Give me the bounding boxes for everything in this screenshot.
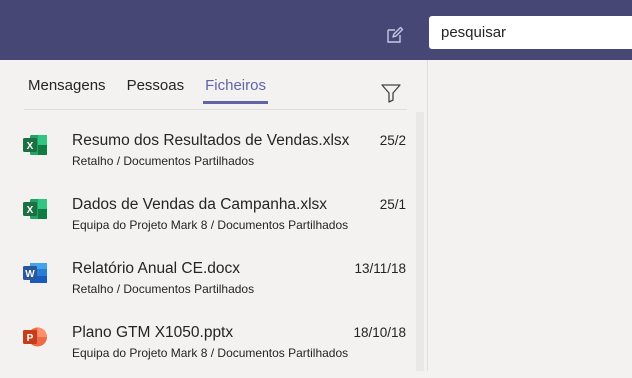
content-pane	[428, 60, 632, 371]
file-name: Relatório Anual CE.docx	[72, 260, 241, 277]
excel-file-icon: X	[22, 134, 48, 156]
file-date: 25/2	[379, 133, 406, 148]
search-box[interactable]	[429, 16, 632, 49]
file-list-item[interactable]: W Relatório Anual CE.docx Retalho / Docu…	[0, 250, 416, 314]
file-location: Equipa do Projeto Mark 8 / Documentos Pa…	[72, 218, 349, 232]
file-location: Retalho / Documentos Partilhados	[72, 282, 255, 296]
top-bar	[0, 0, 632, 60]
svg-text:X: X	[27, 205, 34, 216]
svg-text:W: W	[25, 269, 35, 280]
tab-files[interactable]: Ficheiros	[203, 77, 268, 104]
file-list: X Resumo dos Resultados de Vendas.xlsx R…	[0, 122, 416, 378]
tab-messages[interactable]: Mensagens	[28, 77, 106, 104]
file-name: Dados de Vendas da Campanha.xlsx	[72, 196, 328, 213]
file-location: Equipa do Projeto Mark 8 / Documentos Pa…	[72, 346, 349, 360]
excel-file-icon: X	[22, 198, 48, 220]
word-file-icon: W	[22, 262, 48, 284]
powerpoint-file-icon: P	[22, 326, 48, 348]
file-list-item[interactable]: P Plano GTM X1050.pptx Equipa do Projeto…	[0, 314, 416, 378]
file-location: Retalho / Documentos Partilhados	[72, 154, 255, 168]
scrollbar[interactable]	[416, 112, 424, 371]
tab-people[interactable]: Pessoas	[127, 77, 185, 104]
file-date: 25/1	[379, 197, 406, 212]
search-input[interactable]	[429, 16, 632, 49]
file-name: Plano GTM X1050.pptx	[72, 324, 234, 341]
file-date: 18/10/18	[353, 325, 406, 340]
filter-icon[interactable]	[380, 83, 402, 103]
files-pane: Mensagens Pessoas Ficheiros X Resumo dos…	[0, 60, 428, 371]
compose-icon[interactable]	[384, 24, 406, 46]
file-date: 13/11/18	[354, 261, 406, 276]
tab-divider	[24, 109, 407, 110]
file-name: Resumo dos Resultados de Vendas.xlsx	[72, 132, 350, 149]
tab-bar: Mensagens Pessoas Ficheiros	[28, 77, 287, 104]
svg-text:X: X	[27, 141, 34, 152]
file-list-item[interactable]: X Resumo dos Resultados de Vendas.xlsx R…	[0, 122, 416, 186]
file-list-item[interactable]: X Dados de Vendas da Campanha.xlsx Equip…	[0, 186, 416, 250]
svg-text:P: P	[27, 333, 34, 344]
